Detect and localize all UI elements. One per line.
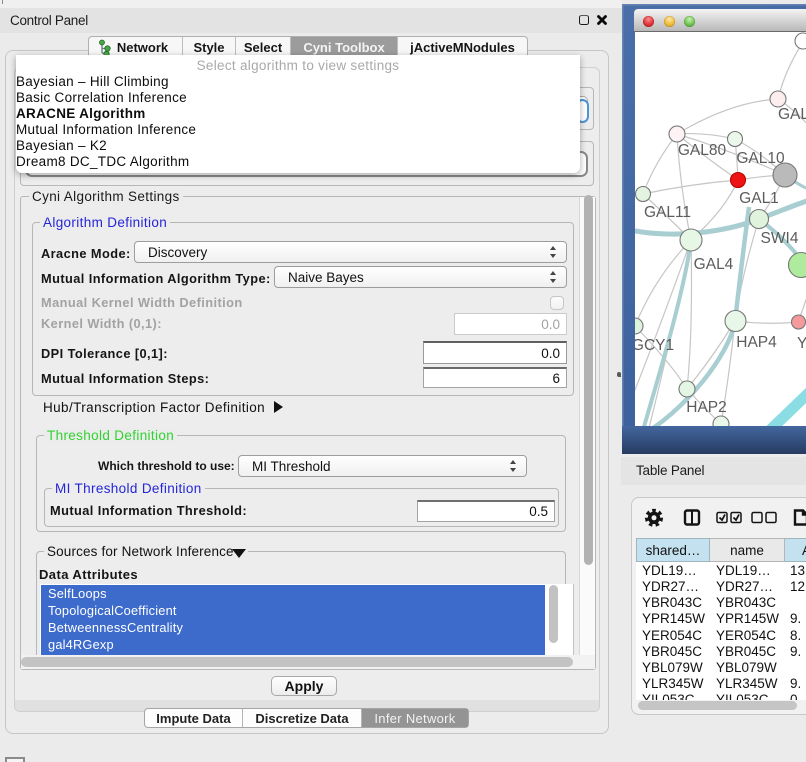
svg-text:Y: Y <box>797 335 806 352</box>
svg-text:GAL80: GAL80 <box>678 142 727 159</box>
svg-text:GAL10: GAL10 <box>736 150 785 167</box>
svg-text:GAL1: GAL1 <box>739 190 779 207</box>
svg-text:GAL4: GAL4 <box>694 256 734 273</box>
svg-text:GAL7: GAL7 <box>778 106 806 123</box>
svg-text:SWI4: SWI4 <box>761 230 799 247</box>
svg-text:GCY1: GCY1 <box>635 337 674 354</box>
svg-text:HAP2: HAP2 <box>686 399 727 416</box>
svg-text:HAP4: HAP4 <box>736 334 777 351</box>
svg-text:GAL11: GAL11 <box>644 204 691 221</box>
